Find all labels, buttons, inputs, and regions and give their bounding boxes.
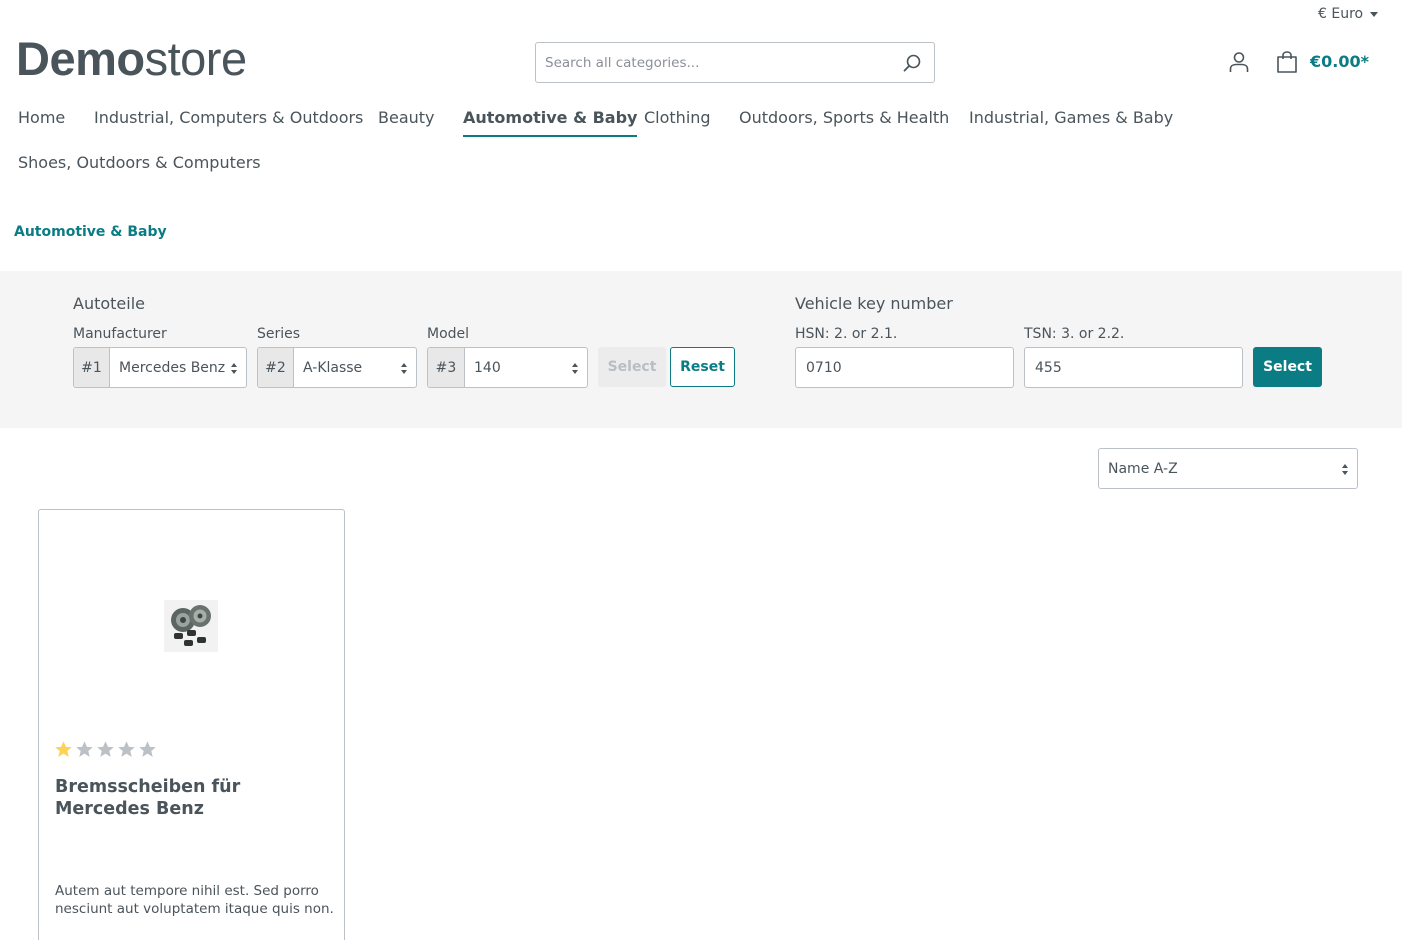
model-select[interactable]: #3 140 bbox=[427, 347, 588, 388]
manufacturer-label: Manufacturer bbox=[73, 326, 167, 342]
logo-light-text: store bbox=[144, 32, 248, 85]
star-empty-icon bbox=[97, 741, 114, 757]
autoteile-select-button[interactable]: Select bbox=[598, 347, 666, 387]
tsn-label: TSN: 3. or 2.2. bbox=[1024, 326, 1125, 342]
manufacturer-select[interactable]: #1 Mercedes Benz bbox=[73, 347, 247, 388]
search-icon[interactable] bbox=[902, 53, 922, 73]
series-selected: A-Klasse bbox=[303, 359, 363, 376]
star-filled-icon bbox=[55, 741, 72, 757]
nav-item-industrial-games-baby[interactable]: Industrial, Games & Baby bbox=[969, 108, 1173, 127]
user-icon[interactable] bbox=[1227, 50, 1251, 74]
search-box bbox=[535, 42, 935, 83]
product-description: Autem aut tempore nihil est. Sed porro n… bbox=[55, 883, 334, 917]
series-value: A-Klasse bbox=[294, 348, 416, 387]
select-arrows-icon bbox=[572, 363, 579, 374]
nav-item-beauty[interactable]: Beauty bbox=[378, 108, 435, 127]
currency-dropdown[interactable]: € Euro bbox=[1318, 6, 1379, 22]
model-label: Model bbox=[427, 326, 470, 342]
hsn-input[interactable]: 0710 bbox=[795, 347, 1014, 388]
cart-total[interactable]: €0.00* bbox=[1310, 52, 1369, 71]
nav-item-home[interactable]: Home bbox=[18, 108, 65, 127]
nav-item-outdoors-sports-health[interactable]: Outdoors, Sports & Health bbox=[739, 108, 949, 127]
manufacturer-selected: Mercedes Benz bbox=[119, 359, 226, 376]
star-empty-icon bbox=[139, 741, 156, 757]
nav-item-clothing[interactable]: Clothing bbox=[644, 108, 711, 127]
chevron-down-icon bbox=[1370, 11, 1379, 17]
manufacturer-value: Mercedes Benz bbox=[110, 348, 246, 387]
breadcrumb[interactable]: Automotive & Baby bbox=[14, 224, 167, 240]
vehicle-key-select-button[interactable]: Select bbox=[1253, 347, 1322, 387]
tsn-input[interactable]: 455 bbox=[1024, 347, 1243, 388]
model-selected: 140 bbox=[474, 359, 501, 376]
vehicle-filter-panel: Autoteile Manufacturer #1 Mercedes Benz … bbox=[0, 271, 1402, 428]
product-name[interactable]: Bremsscheiben für Mercedes Benz bbox=[55, 776, 325, 820]
logo-bold-text: Demo bbox=[16, 32, 145, 85]
model-step-number: #3 bbox=[428, 348, 465, 387]
hsn-label: HSN: 2. or 2.1. bbox=[795, 326, 898, 342]
product-image[interactable] bbox=[164, 600, 218, 652]
nav-item-shoes-outdoors-computers[interactable]: Shoes, Outdoors & Computers bbox=[18, 153, 261, 172]
store-logo[interactable]: Demostore bbox=[16, 32, 247, 86]
select-arrows-icon bbox=[231, 363, 238, 374]
autoteile-reset-button[interactable]: Reset bbox=[670, 347, 735, 387]
nav-item-industrial-computers-outdoors[interactable]: Industrial, Computers & Outdoors bbox=[94, 108, 363, 127]
series-select[interactable]: #2 A-Klasse bbox=[257, 347, 417, 388]
nav-item-automotive-baby[interactable]: Automotive & Baby bbox=[463, 108, 638, 137]
select-arrows-icon bbox=[1342, 464, 1349, 475]
star-empty-icon bbox=[118, 741, 135, 757]
shopping-bag-icon[interactable] bbox=[1275, 50, 1299, 74]
product-rating bbox=[54, 740, 157, 759]
manufacturer-step-number: #1 bbox=[74, 348, 110, 387]
sort-selected: Name A-Z bbox=[1108, 460, 1178, 477]
product-card: Bremsscheiben für Mercedes Benz Autem au… bbox=[38, 509, 345, 940]
currency-label: € Euro bbox=[1318, 6, 1364, 22]
autoteile-title: Autoteile bbox=[73, 294, 145, 313]
select-arrows-icon bbox=[401, 363, 408, 374]
star-empty-icon bbox=[76, 741, 93, 757]
search-input[interactable] bbox=[536, 43, 886, 82]
sort-select[interactable]: Name A-Z bbox=[1098, 448, 1358, 489]
series-label: Series bbox=[257, 326, 301, 342]
series-step-number: #2 bbox=[258, 348, 294, 387]
model-value: 140 bbox=[465, 348, 587, 387]
vehicle-key-title: Vehicle key number bbox=[795, 294, 953, 313]
